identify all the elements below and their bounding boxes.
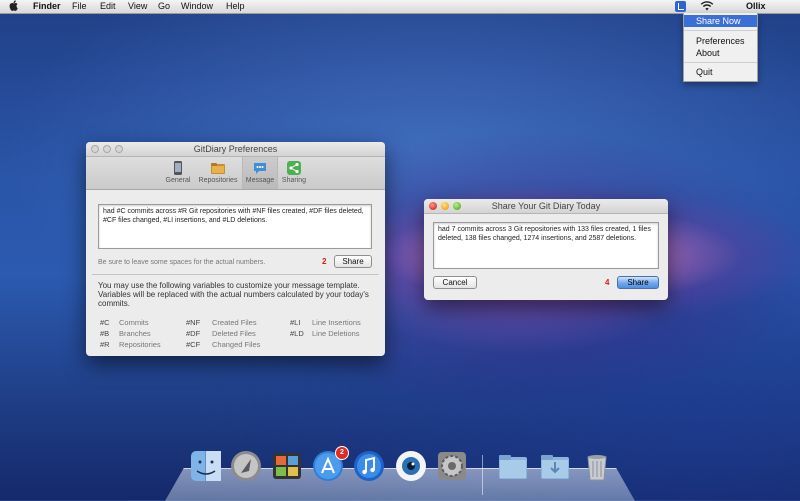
zoom-button[interactable] <box>115 145 123 153</box>
variable-desc: Deleted Files <box>212 329 256 338</box>
menu-item-quit[interactable]: Quit <box>684 66 757 78</box>
variable-code: #CF <box>186 340 201 349</box>
folder-icon <box>210 160 226 176</box>
step-marker: 2 <box>322 257 327 266</box>
share-message-field[interactable]: had 7 commits across 3 Git repositories … <box>433 222 659 269</box>
share-icon <box>286 160 302 176</box>
variable-desc: Line Deletions <box>312 329 360 338</box>
variables-info: You may use the following variables to c… <box>98 281 369 308</box>
close-button[interactable] <box>91 145 99 153</box>
app-store-dock-icon[interactable]: 2 <box>311 446 349 483</box>
menu-separator <box>684 30 757 31</box>
system-preferences-dock-icon[interactable] <box>435 449 469 483</box>
tab-label: Sharing <box>281 177 307 184</box>
variable-code: #R <box>100 340 110 349</box>
launchpad-dock-icon[interactable] <box>229 449 263 483</box>
preferences-titlebar: GitDiary Preferences <box>86 142 385 157</box>
menu-bar: Finder File Edit View Go Window Help Oll… <box>0 0 800 14</box>
variable-desc: Changed Files <box>212 340 261 349</box>
variable-desc: Line Insertions <box>312 318 361 327</box>
variable-desc: Commits <box>119 318 149 327</box>
window-title: Share Your Git Diary Today <box>491 201 601 211</box>
menu-help[interactable]: Help <box>226 0 245 13</box>
close-button[interactable] <box>429 202 437 210</box>
variable-desc: Branches <box>119 329 151 338</box>
variable-code: #LD <box>290 329 304 338</box>
menu-item-about[interactable]: About <box>684 47 757 59</box>
variable-desc: Repositories <box>119 340 161 349</box>
menu-edit[interactable]: Edit <box>100 0 116 13</box>
variable-code: #B <box>100 329 110 338</box>
menu-finder[interactable]: Finder <box>33 0 61 13</box>
share-titlebar: Share Your Git Diary Today <box>424 199 668 214</box>
dock-divider <box>482 455 483 495</box>
menu-item-share-now[interactable]: Share Now <box>684 15 757 27</box>
preferences-window: GitDiary Preferences General Repositorie… <box>86 142 385 356</box>
variable-code: #NF <box>186 318 201 327</box>
tab-message[interactable]: Message <box>242 157 278 189</box>
speech-bubble-icon <box>252 160 268 176</box>
menu-window[interactable]: Window <box>181 0 213 13</box>
step-marker: 4 <box>605 278 610 287</box>
tab-repositories[interactable]: Repositories <box>196 157 240 189</box>
finder-dock-icon[interactable] <box>189 449 223 483</box>
applications-folder-dock-icon[interactable] <box>496 449 530 483</box>
itunes-dock-icon[interactable] <box>352 449 386 483</box>
menu-go[interactable]: Go <box>158 0 170 13</box>
tab-label: General <box>165 177 191 184</box>
hint-text: Be sure to leave some spaces for the act… <box>98 259 266 266</box>
share-button[interactable]: Share <box>617 276 659 289</box>
zoom-button[interactable] <box>453 202 461 210</box>
preferences-toolbar: General Repositories Message Sharing <box>86 157 385 190</box>
downloads-folder-dock-icon[interactable] <box>538 449 572 483</box>
gitdiary-status-icon[interactable] <box>675 1 686 12</box>
status-menu-dropdown: Share Now Preferences About Quit <box>683 13 758 82</box>
trash-dock-icon[interactable] <box>580 449 614 483</box>
menu-file[interactable]: File <box>72 0 87 13</box>
eye-app-dock-icon[interactable] <box>394 449 428 483</box>
share-button[interactable]: Share <box>334 255 372 268</box>
phone-icon <box>170 160 186 176</box>
share-window: Share Your Git Diary Today had 7 commits… <box>424 199 668 300</box>
tab-label: Repositories <box>198 177 238 184</box>
tab-sharing[interactable]: Sharing <box>277 157 311 189</box>
variable-desc: Created Files <box>212 318 257 327</box>
minimize-button[interactable] <box>441 202 449 210</box>
apple-menu-icon[interactable] <box>9 0 18 15</box>
cancel-button[interactable]: Cancel <box>433 276 477 289</box>
menu-separator <box>684 62 757 63</box>
tab-general[interactable]: General <box>162 157 194 189</box>
variable-code: #C <box>100 318 110 327</box>
minimize-button[interactable] <box>103 145 111 153</box>
divider <box>92 274 379 275</box>
notification-badge: 2 <box>335 446 349 460</box>
photo-booth-dock-icon[interactable] <box>270 449 304 483</box>
message-template-field[interactable]: had #C commits across #R Git repositorie… <box>98 204 372 249</box>
user-name[interactable]: Ollix <box>746 0 766 13</box>
menu-view[interactable]: View <box>128 0 147 13</box>
variable-code: #LI <box>290 318 301 327</box>
tab-label: Message <box>245 177 275 184</box>
variable-code: #DF <box>186 329 201 338</box>
window-title: GitDiary Preferences <box>193 144 278 154</box>
menu-item-preferences[interactable]: Preferences <box>684 35 757 47</box>
